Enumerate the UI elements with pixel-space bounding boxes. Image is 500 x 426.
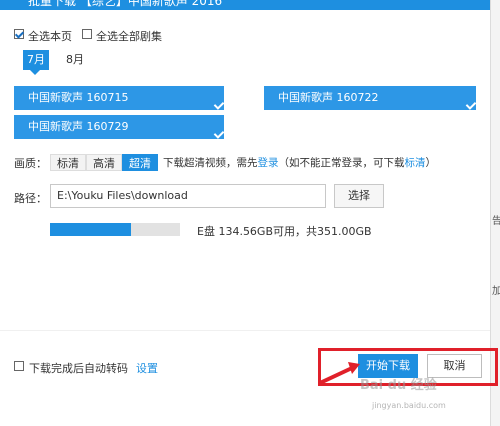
episode-label: 中国新歌声 160722: [278, 91, 379, 104]
tab-august[interactable]: 8月: [63, 50, 87, 70]
path-label: 路径：: [14, 192, 47, 205]
check-icon: [213, 99, 225, 110]
baidu-watermark: Bai du 经验: [360, 378, 437, 393]
select-page-label[interactable]: 全选本页: [28, 28, 72, 44]
divider: [0, 330, 490, 331]
background-page-char: 告: [492, 216, 500, 227]
episode-item[interactable]: 中国新歌声 160722: [264, 86, 477, 110]
quality-option-sd[interactable]: 标清: [50, 154, 86, 171]
episode-item[interactable]: 中国新歌声 160715: [14, 86, 225, 110]
checkbox-empty-icon: [82, 29, 92, 39]
episode-label: 中国新歌声 160729: [28, 120, 129, 133]
check-icon: [213, 128, 225, 139]
window-title: 批量下载 【综艺】中国新歌声 2016: [28, 0, 223, 8]
checkbox-empty-icon: [14, 361, 24, 371]
select-all-episodes-label[interactable]: 全选全部剧集: [96, 28, 162, 44]
download-path-input[interactable]: E:\Youku Files\download: [50, 184, 326, 208]
quality-hint: 下载超清视频，需先登录（如不能正常登录，可下载标清）: [163, 155, 436, 170]
select-page-checkbox[interactable]: [14, 29, 24, 42]
red-arrow-icon: [320, 362, 360, 384]
browse-button[interactable]: 选择: [334, 184, 384, 208]
quality-hint-middle: （如不能正常登录，可下载: [278, 157, 405, 169]
auto-transcode-label[interactable]: 下载完成后自动转码: [29, 360, 128, 376]
disk-usage-bar: [50, 223, 180, 236]
auto-transcode-checkbox[interactable]: [14, 361, 24, 374]
settings-link[interactable]: 设置: [136, 360, 158, 376]
tab-july[interactable]: 7月: [23, 50, 49, 75]
check-icon: [465, 99, 477, 110]
disk-usage-fill: [50, 223, 131, 236]
checkbox-checked-icon: [14, 29, 24, 39]
quality-hint-suffix: ）: [425, 157, 437, 169]
quality-label: 画质：: [14, 157, 47, 170]
episode-label: 中国新歌声 160715: [28, 91, 129, 104]
baidu-watermark-url: jingyan.baidu.com: [372, 401, 446, 410]
quality-hint-prefix: 下载超清视频，需先: [163, 157, 258, 169]
download-sd-link[interactable]: 标清: [405, 157, 426, 169]
quality-option-hd[interactable]: 高清: [86, 154, 122, 171]
background-page-char: 加: [492, 286, 500, 297]
select-all-episodes-checkbox[interactable]: [82, 29, 92, 42]
episode-item[interactable]: 中国新歌声 160729: [14, 115, 225, 139]
login-link[interactable]: 登录: [258, 157, 279, 169]
title-bar: 批量下载 【综艺】中国新歌声 2016: [0, 0, 490, 10]
quality-option-superhd[interactable]: 超清: [122, 154, 158, 171]
disk-space-text: E盘 134.56GB可用，共351.00GB: [197, 225, 372, 238]
